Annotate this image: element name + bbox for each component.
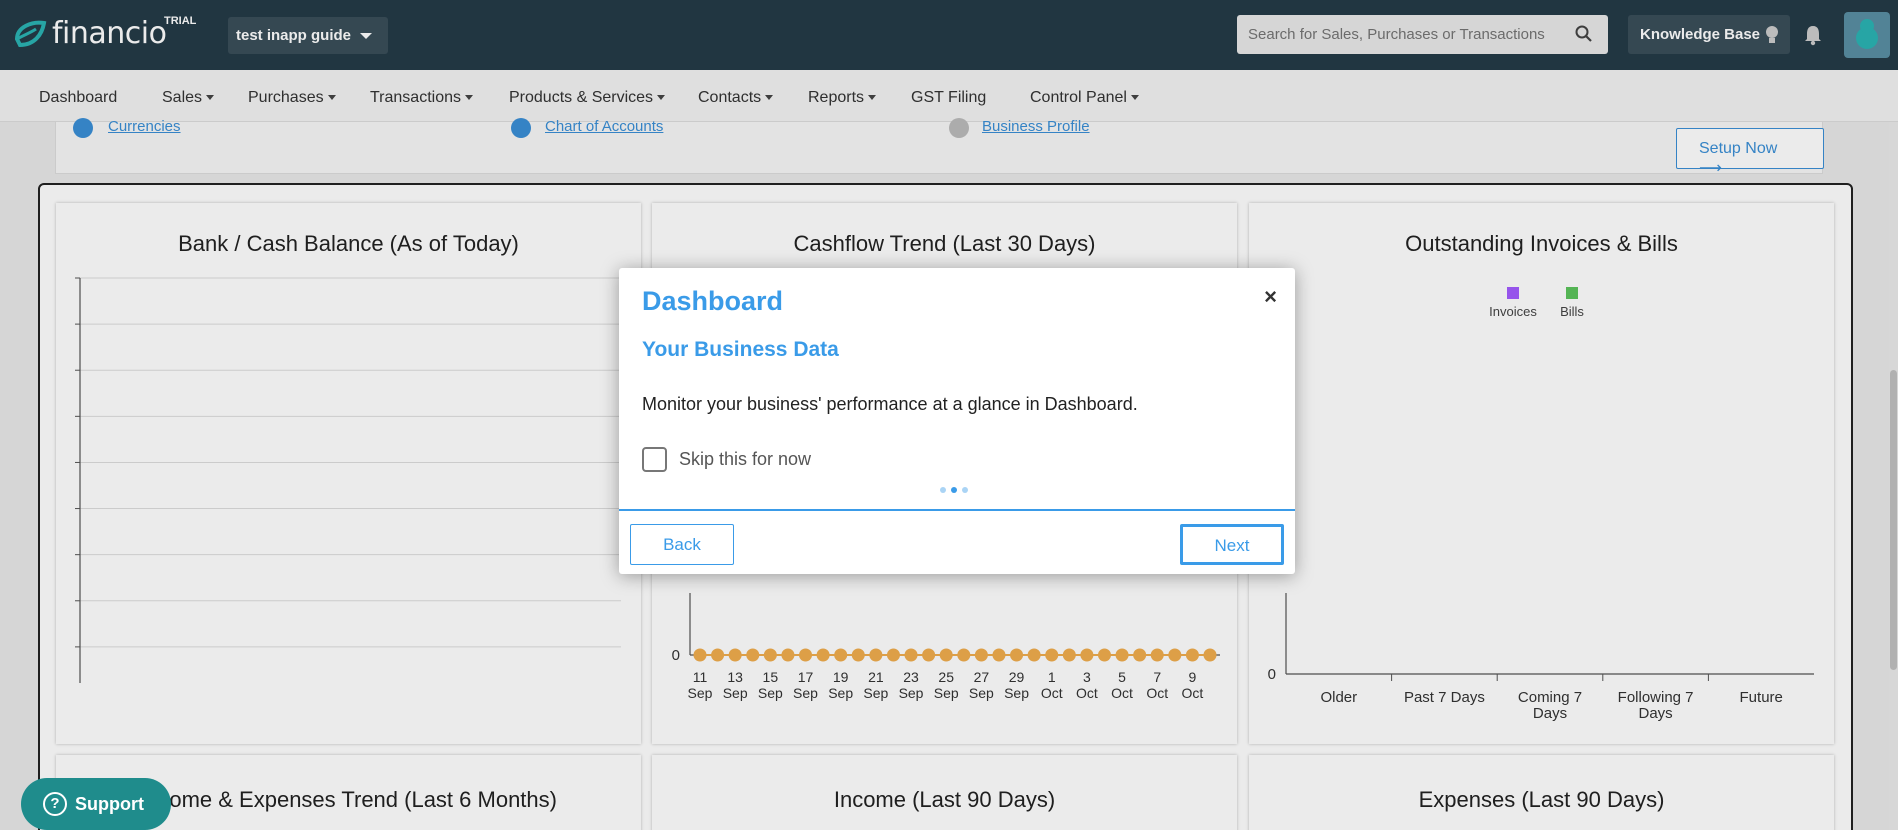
step-dot	[962, 487, 968, 493]
tour-body: Monitor your business' performance at a …	[642, 394, 1138, 414]
tour-footer: Back Next	[619, 509, 1295, 574]
help-icon: ?	[43, 792, 67, 816]
skip-label[interactable]: Skip this for now	[679, 449, 811, 470]
next-button[interactable]: Next	[1180, 524, 1284, 565]
skip-checkbox[interactable]	[642, 447, 667, 472]
back-button[interactable]: Back	[630, 524, 734, 565]
support-label: Support	[75, 793, 144, 814]
tour-dialog: Dashboard × Your Business Data Monitor y…	[619, 268, 1295, 574]
support-button[interactable]: ? Support	[21, 778, 171, 830]
skip-row: Skip this for now	[642, 447, 811, 472]
step-dot-active	[951, 487, 957, 493]
step-indicator	[940, 487, 968, 493]
close-icon[interactable]: ×	[1264, 284, 1277, 310]
tour-subtitle: Your Business Data	[642, 338, 839, 361]
tour-title: Dashboard	[642, 286, 784, 316]
step-dot	[940, 487, 946, 493]
